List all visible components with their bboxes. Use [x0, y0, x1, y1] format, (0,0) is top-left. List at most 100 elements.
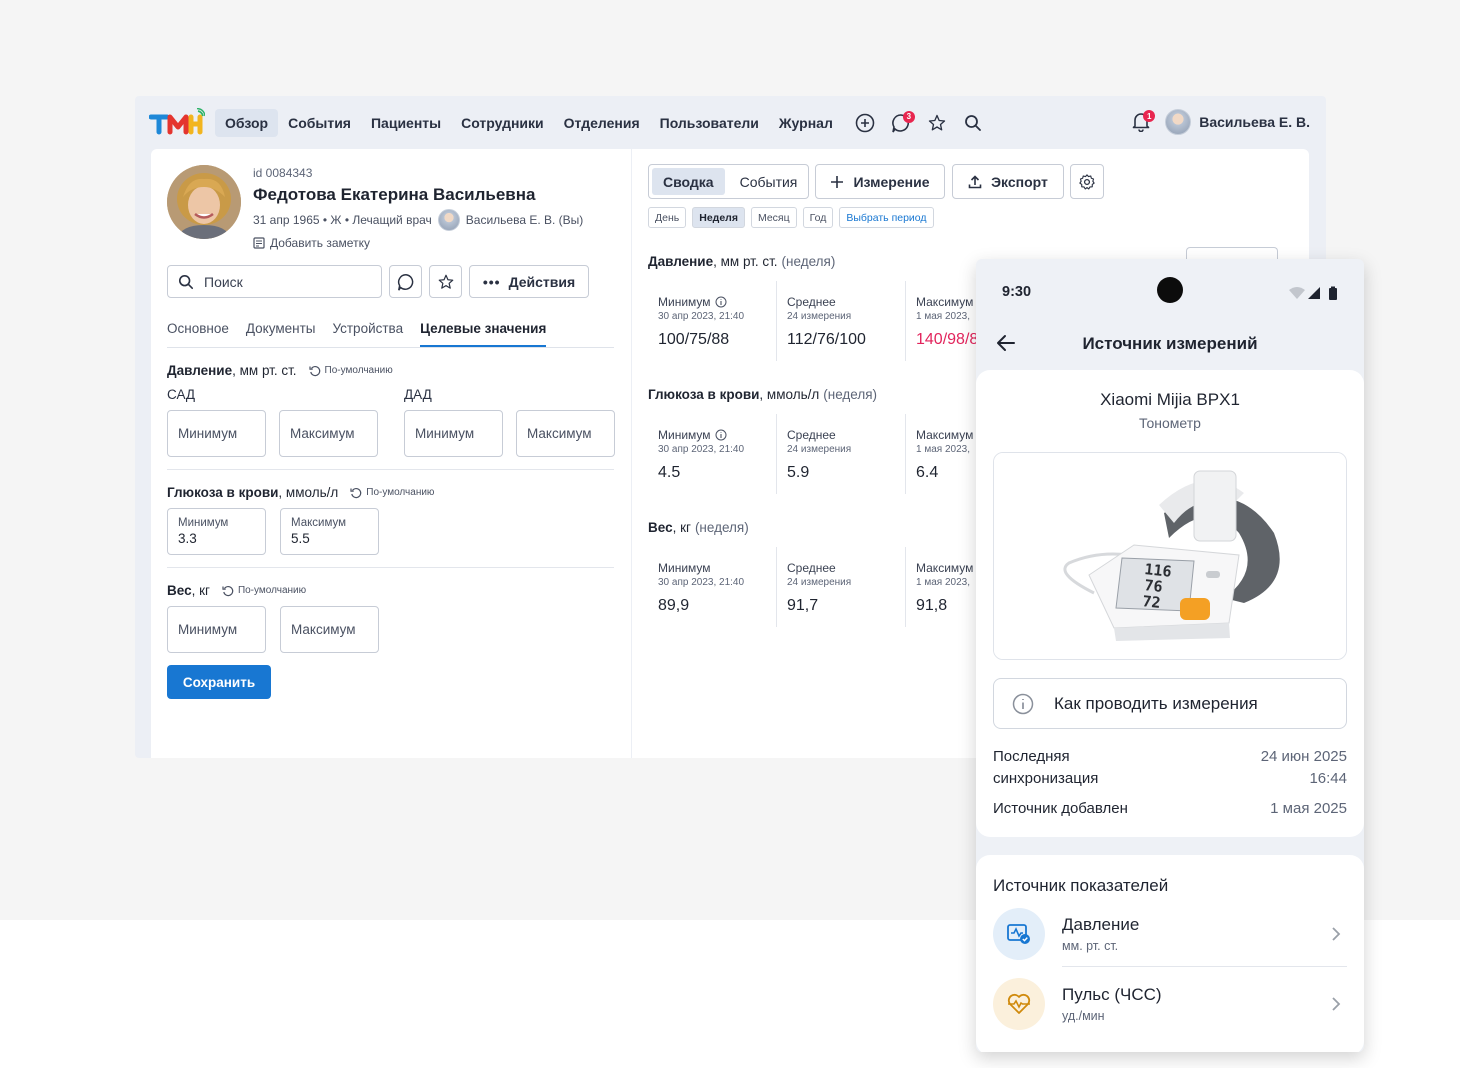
- search-placeholder: Поиск: [204, 273, 243, 290]
- export-button[interactable]: Экспорт: [952, 164, 1064, 199]
- chat-icon[interactable]: 3: [887, 109, 915, 137]
- add-circle-icon[interactable]: [851, 109, 879, 137]
- how-to-measure-button[interactable]: Как проводить измерения: [993, 678, 1347, 729]
- add-note-link[interactable]: Добавить заметку: [253, 236, 370, 250]
- avg-count: 24 измерения: [787, 444, 852, 455]
- pressure-avg-value: 112/76/100: [787, 331, 866, 348]
- glucose-reset-button[interactable]: По-умолчанию: [350, 487, 434, 499]
- glucose-min-cell[interactable]: Минимум 30 апр 2023, 21:40 4.5: [648, 414, 777, 494]
- sad-min-field[interactable]: Минимум: [167, 410, 266, 457]
- glucose-min-value: 4.5: [658, 464, 681, 481]
- sad-max-field[interactable]: Максимум: [279, 410, 378, 457]
- top-navigation: Обзор События Пациенты Сотрудники Отделе…: [135, 96, 1326, 149]
- reset-label: По-умолчанию: [237, 585, 307, 596]
- plus-icon: [831, 175, 844, 188]
- dad-max-field[interactable]: Максимум: [516, 410, 615, 457]
- device-screen-value-3: 72: [1142, 592, 1162, 612]
- period-custom[interactable]: Выбрать период: [839, 207, 934, 228]
- glucose-title: Глюкоза в крови: [167, 485, 279, 500]
- pressure-summary-name: Давление: [648, 254, 714, 269]
- tab-events[interactable]: События: [729, 168, 809, 195]
- weight-reset-button[interactable]: По-умолчанию: [222, 585, 306, 597]
- source-item-pulse[interactable]: Пульс (ЧСС) уд./мин: [993, 972, 1347, 1036]
- nav-staff[interactable]: Сотрудники: [451, 109, 554, 137]
- chat-badge: 3: [902, 110, 915, 123]
- nav-departments[interactable]: Отделения: [554, 109, 650, 137]
- add-measurement-button[interactable]: Измерение: [815, 164, 945, 199]
- add-note-label: Добавить заметку: [270, 236, 370, 250]
- tab-summary[interactable]: Сводка: [652, 168, 725, 195]
- glucose-summary-title: Глюкоза в крови, ммоль/л (неделя): [648, 387, 877, 402]
- weight-min-cell[interactable]: Минимум 30 апр 2023, 21:40 89,9: [648, 547, 777, 627]
- more-dots-icon: •••: [482, 273, 501, 290]
- doctor-name[interactable]: Васильева Е. В. (Вы): [466, 213, 584, 227]
- tab-target-values[interactable]: Целевые значения: [420, 321, 547, 347]
- dad-min-field[interactable]: Минимум: [404, 410, 503, 457]
- tab-devices[interactable]: Устройства: [332, 321, 403, 347]
- weight-target-title: Вес, кг По-умолчанию: [167, 583, 306, 598]
- pressure-min-cell[interactable]: Минимум 30 апр 2023, 21:40 100/75/88: [648, 281, 777, 361]
- user-avatar[interactable]: [1165, 109, 1192, 135]
- last-sync-label: Последняя синхронизация: [993, 748, 1099, 787]
- divider: [167, 469, 614, 470]
- last-sync-value: 24 июн 2025 16:44: [1261, 746, 1347, 790]
- user-name[interactable]: Васильева Е. В.: [1199, 114, 1310, 130]
- min-label: Минимум: [658, 295, 711, 309]
- weight-min-field[interactable]: Минимум: [167, 606, 266, 653]
- search-input[interactable]: Поиск: [167, 265, 382, 298]
- last-sync-row: Последняя синхронизация 24 июн 2025 16:4…: [993, 746, 1347, 790]
- added-row: Источник добавлен 1 мая 2025: [993, 798, 1347, 820]
- bell-icon[interactable]: 1: [1127, 108, 1156, 136]
- weight-max-field[interactable]: Максимум: [280, 606, 379, 653]
- settings-button[interactable]: [1070, 164, 1104, 199]
- period-week[interactable]: Неделя: [692, 207, 745, 228]
- min-date: 30 апр 2023, 21:40: [658, 444, 745, 455]
- patient-chat-button[interactable]: [389, 265, 422, 298]
- period-month[interactable]: Месяц: [750, 207, 797, 228]
- glucose-max-field[interactable]: Максимум 5.5: [280, 508, 379, 555]
- search-icon[interactable]: [959, 109, 987, 137]
- patient-favorite-button[interactable]: [429, 265, 462, 298]
- nav-events[interactable]: События: [278, 109, 361, 137]
- app-logo[interactable]: [148, 107, 206, 138]
- info-icon: [715, 429, 727, 441]
- patient-id: id 0084343: [253, 166, 313, 180]
- add-measurement-label: Измерение: [853, 173, 930, 190]
- nav-users[interactable]: Пользователи: [650, 109, 769, 137]
- tab-documents[interactable]: Документы: [246, 321, 316, 347]
- metrics-source-card: Источник показателей Давление мм. рт. ст…: [976, 855, 1364, 1052]
- last-sync-date: 24 июн 2025: [1260, 748, 1347, 765]
- glucose-min-field[interactable]: Минимум 3.3: [167, 508, 266, 555]
- min-label: Минимум: [658, 428, 711, 442]
- glucose-max-value: 5.5: [291, 531, 310, 546]
- period-year[interactable]: Год: [802, 207, 834, 228]
- source-pressure-name: Давление: [1062, 915, 1140, 934]
- chat-icon: [397, 273, 413, 291]
- pressure-summary-title: Давление, мм рт. ст. (неделя): [648, 254, 835, 269]
- how-to-measure-label: Как проводить измерения: [1054, 693, 1258, 713]
- tab-main[interactable]: Основное: [167, 321, 229, 347]
- star-icon[interactable]: [923, 109, 951, 137]
- nav-overview[interactable]: Обзор: [215, 108, 279, 137]
- weight-summary-title: Вес, кг (неделя): [648, 520, 749, 535]
- min-date: 30 апр 2023, 21:40: [658, 311, 745, 322]
- weight-summary-name: Вес: [648, 520, 673, 535]
- last-sync-time: 16:44: [1309, 770, 1347, 787]
- camera-cutout: [1157, 277, 1183, 303]
- glucose-avg-cell[interactable]: Среднее 24 измерения 5.9: [777, 414, 906, 494]
- view-switch: Сводка События: [648, 164, 809, 199]
- save-button[interactable]: Сохранить: [167, 665, 271, 699]
- nav-patients[interactable]: Пациенты: [361, 109, 451, 137]
- device-name: Xiaomi Mijia BPX1: [1100, 390, 1240, 409]
- actions-button[interactable]: ••• Действия: [469, 265, 589, 298]
- pressure-reset-button[interactable]: По-умолчанию: [308, 365, 393, 377]
- nav-journal[interactable]: Журнал: [769, 109, 843, 137]
- sad-label: САД: [167, 387, 196, 402]
- upload-icon: [968, 174, 982, 188]
- reset-label: По-умолчанию: [366, 487, 435, 498]
- pressure-avg-cell[interactable]: Среднее 24 измерения 112/76/100: [777, 281, 906, 361]
- period-day[interactable]: День: [648, 207, 687, 228]
- source-item-pressure[interactable]: Давление мм. рт. ст.: [993, 902, 1347, 966]
- period-note: (неделя): [823, 387, 878, 402]
- weight-avg-cell[interactable]: Среднее 24 измерения 91,7: [777, 547, 906, 627]
